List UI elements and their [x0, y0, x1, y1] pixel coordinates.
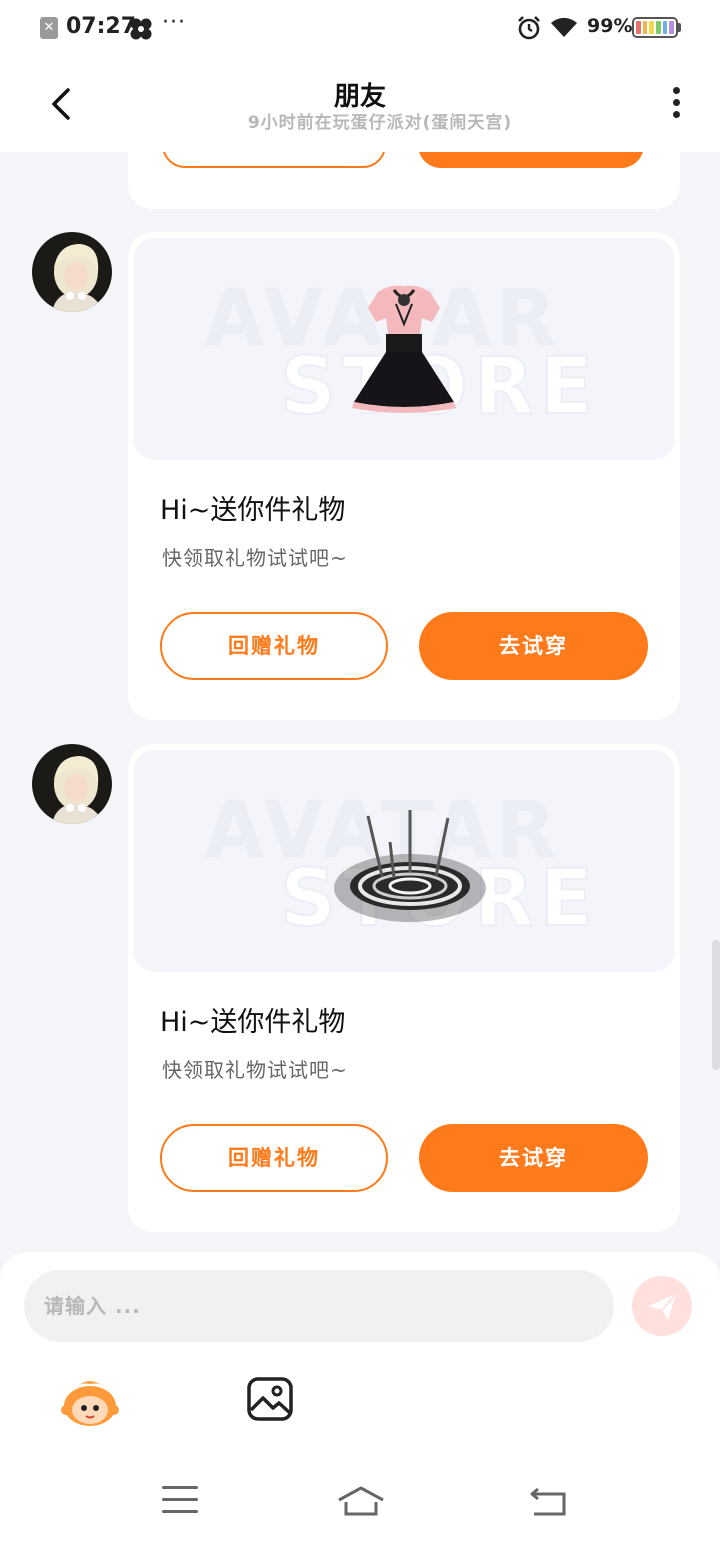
eggy-emoji-icon[interactable] [60, 1374, 120, 1430]
chat-header: 朋友 9小时前在玩蛋仔派对(蛋闹天宫) [0, 56, 720, 152]
try-on-button[interactable]: 去试穿 [419, 1124, 648, 1192]
gift-title: Hi~送你件礼物 [160, 1007, 346, 1038]
friend-avatar[interactable] [32, 232, 112, 312]
gift-message-card: AVATAR STORE Hi~送你件礼物 快领取礼物试试吧~ 回赠礼物 去试穿 [128, 744, 680, 1232]
try-on-button[interactable]: 去试穿 [419, 612, 648, 680]
send-button[interactable] [632, 1276, 692, 1336]
scrollbar[interactable] [712, 940, 720, 1070]
more-notifications-icon: ··· [162, 10, 186, 35]
gift-title: Hi~送你件礼物 [160, 495, 346, 526]
notification-close-icon: ✕ [40, 17, 58, 39]
gift-preview[interactable]: AVATAR STORE [134, 750, 674, 972]
alarm-icon [518, 16, 540, 40]
return-gift-button[interactable]: 回赠礼物 [160, 612, 388, 680]
wifi-icon [551, 17, 577, 37]
gift-description: 快领取礼物试试吧~ [162, 546, 348, 570]
friend-status: 9小时前在玩蛋仔派对(蛋闹天宫) [247, 113, 513, 133]
nav-home-button[interactable] [336, 1484, 386, 1518]
battery-icon [632, 17, 678, 38]
return-gift-button[interactable]: 回赠礼物 [160, 1124, 388, 1192]
more-options-button[interactable] [662, 84, 690, 124]
gift-description: 快领取礼物试试吧~ [162, 1058, 348, 1082]
battery-percent: 99% [587, 15, 633, 37]
gift-message-card: AVATAR STORE Hi~送你件礼物 快领取礼物试试吧~ 回赠礼物 去试穿 [128, 232, 680, 720]
nav-back-button[interactable] [528, 1486, 568, 1518]
return-gift-button[interactable] [162, 152, 386, 168]
status-time: 07:27 [66, 14, 137, 39]
status-bar: ✕ 07:27 ··· 99% [0, 0, 720, 56]
fan-icon [130, 18, 152, 40]
friend-avatar[interactable] [32, 744, 112, 824]
message-input[interactable]: 请输入 ... [24, 1270, 614, 1342]
battery-tip [678, 23, 681, 32]
gift-card-partial [128, 152, 680, 209]
silver-ring-effect-icon [334, 810, 486, 922]
try-on-button[interactable] [418, 152, 644, 168]
chat-message-list[interactable]: AVATAR STORE Hi~送你件礼物 快领取礼物试试吧~ 回赠礼物 去试穿 [0, 152, 720, 1252]
image-icon[interactable] [246, 1376, 294, 1422]
gift-preview[interactable]: AVATAR STORE [134, 238, 674, 460]
nav-menu-button[interactable] [162, 1486, 198, 1518]
pink-black-dress-icon [352, 285, 456, 413]
